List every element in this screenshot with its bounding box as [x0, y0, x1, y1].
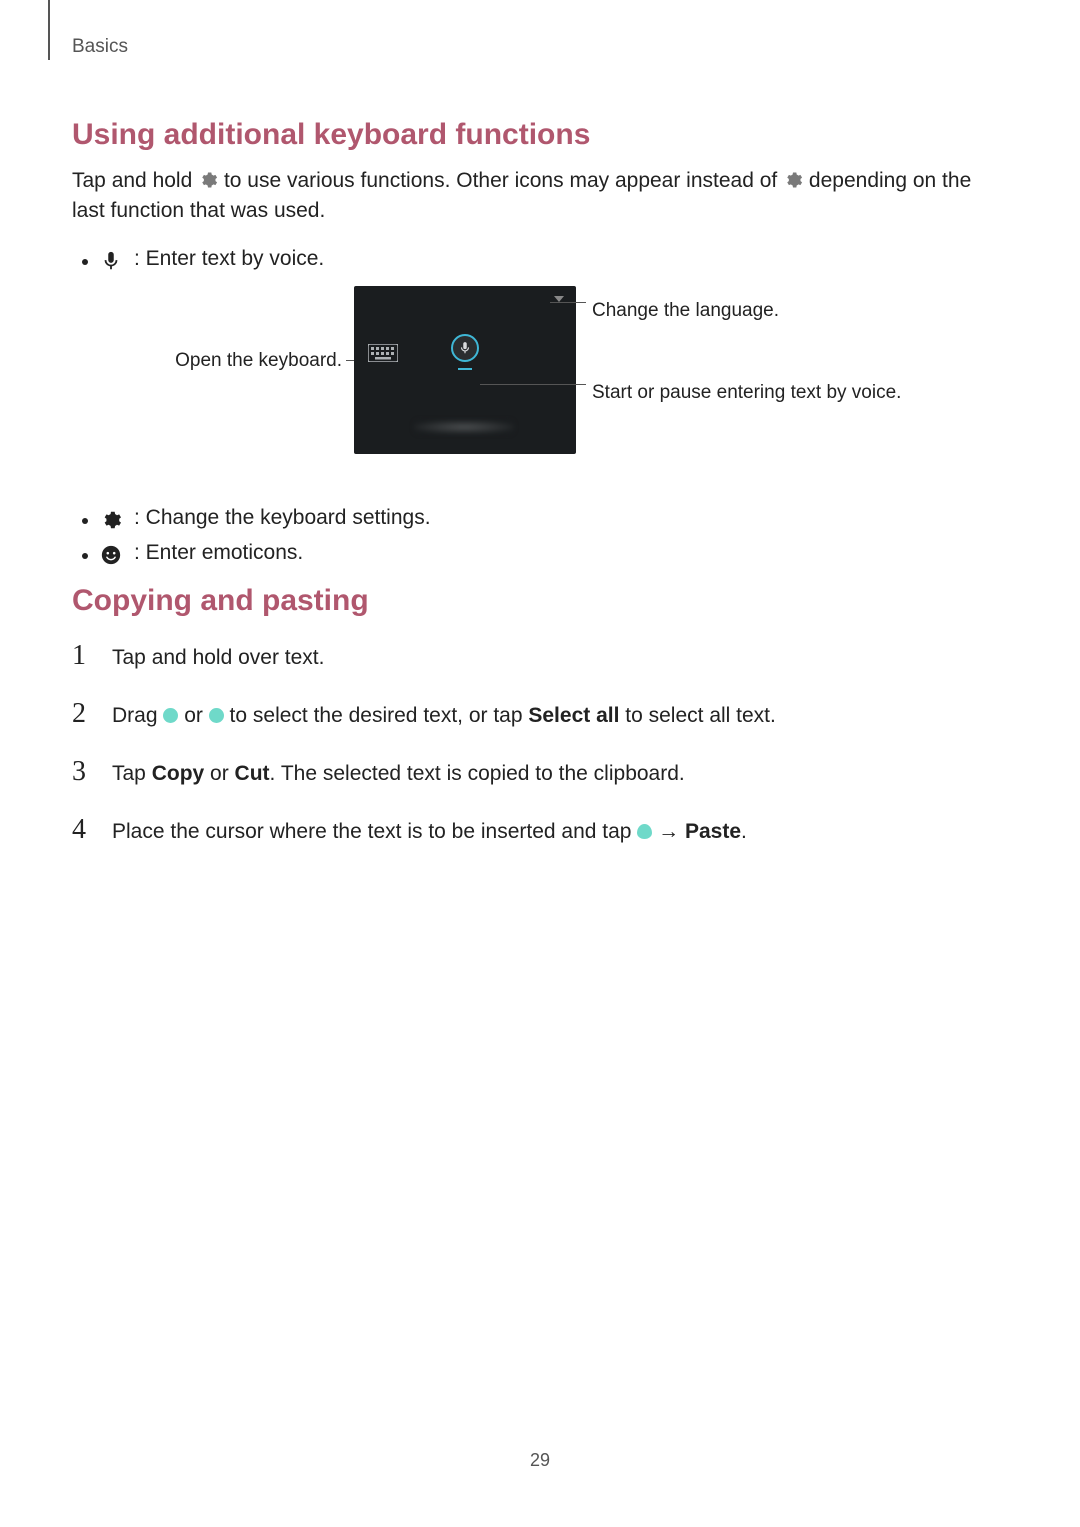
mic-underline	[458, 368, 472, 370]
header-rule	[48, 0, 50, 60]
select-all-label: Select all	[528, 704, 619, 727]
text: to select all text.	[619, 704, 775, 727]
step-3: 3 Tap Copy or Cut. The selected text is …	[72, 756, 1008, 788]
text: or	[204, 762, 234, 785]
bullet-dot-icon	[82, 553, 88, 559]
breadcrumb: Basics	[72, 36, 128, 58]
page-content: Using additional keyboard functions Tap …	[72, 100, 1008, 872]
bullet-settings-text: : Change the keyboard settings.	[134, 506, 431, 530]
connector-line	[480, 384, 586, 386]
cursor-handle-icon	[637, 824, 652, 839]
mic-button-icon	[451, 334, 479, 362]
bullet-voice: : Enter text by voice.	[72, 247, 1008, 272]
step-4: 4 Place the cursor where the text is to …	[72, 814, 1008, 846]
step-number: 4	[72, 814, 94, 846]
callout-start-pause: Start or pause entering text by voice.	[592, 380, 912, 406]
arrow-text: →	[652, 820, 685, 843]
callout-open-keyboard: Open the keyboard.	[112, 350, 342, 372]
gear-icon	[783, 170, 803, 190]
intro-paragraph: Tap and hold to use various functions. O…	[72, 166, 1008, 227]
copy-label: Copy	[152, 762, 205, 785]
bullet-list: : Change the keyboard settings. : Enter …	[72, 506, 1008, 566]
step-number: 1	[72, 640, 94, 672]
paste-label: Paste	[685, 820, 741, 843]
callout-change-language: Change the language.	[592, 300, 912, 322]
bullet-list: : Enter text by voice.	[72, 247, 1008, 272]
smiley-icon	[100, 544, 122, 566]
selection-handle-left-icon	[163, 708, 178, 723]
text: Place the cursor where the text is to be…	[112, 820, 637, 843]
text: Drag	[112, 704, 163, 727]
microphone-icon	[100, 250, 122, 272]
bullet-settings: : Change the keyboard settings.	[72, 506, 1008, 531]
step-1: 1 Tap and hold over text.	[72, 640, 1008, 672]
intro-text-a: Tap and hold	[72, 169, 198, 192]
bullet-dot-icon	[82, 518, 88, 524]
bullet-emoticons-text: : Enter emoticons.	[134, 541, 303, 565]
text: . The selected text is copied to the cli…	[270, 762, 685, 785]
bullet-voice-text: : Enter text by voice.	[134, 247, 324, 271]
step-number: 2	[72, 698, 94, 730]
tap-to-speak-blur	[414, 420, 514, 434]
voice-input-screenshot	[354, 286, 576, 454]
step-number: 3	[72, 756, 94, 788]
step-1-text: Tap and hold over text.	[112, 646, 324, 670]
selection-handle-right-icon	[209, 708, 224, 723]
steps-list: 1 Tap and hold over text. 2 Drag or to s…	[72, 640, 1008, 846]
intro-text-b: to use various functions. Other icons ma…	[218, 169, 783, 192]
bullet-emoticons: : Enter emoticons.	[72, 541, 1008, 566]
section-heading-keyboard-functions: Using additional keyboard functions	[72, 118, 1008, 152]
bullet-dot-icon	[82, 259, 88, 265]
step-3-text: Tap Copy or Cut. The selected text is co…	[112, 762, 685, 786]
step-2-text: Drag or to select the desired text, or t…	[112, 704, 776, 728]
page-number: 29	[0, 1450, 1080, 1471]
step-2: 2 Drag or to select the desired text, or…	[72, 698, 1008, 730]
text: to select the desired text, or tap	[224, 704, 529, 727]
cut-label: Cut	[235, 762, 270, 785]
text: or	[178, 704, 208, 727]
gear-icon	[100, 509, 122, 531]
text: .	[741, 820, 747, 843]
text: Tap	[112, 762, 152, 785]
gear-icon	[198, 170, 218, 190]
section-heading-copy-paste: Copying and pasting	[72, 584, 1008, 618]
keyboard-icon	[368, 344, 398, 362]
connector-line	[550, 302, 586, 304]
voice-input-diagram: Open the keyboard. Change the language. …	[72, 286, 1008, 486]
step-4-text: Place the cursor where the text is to be…	[112, 820, 747, 844]
